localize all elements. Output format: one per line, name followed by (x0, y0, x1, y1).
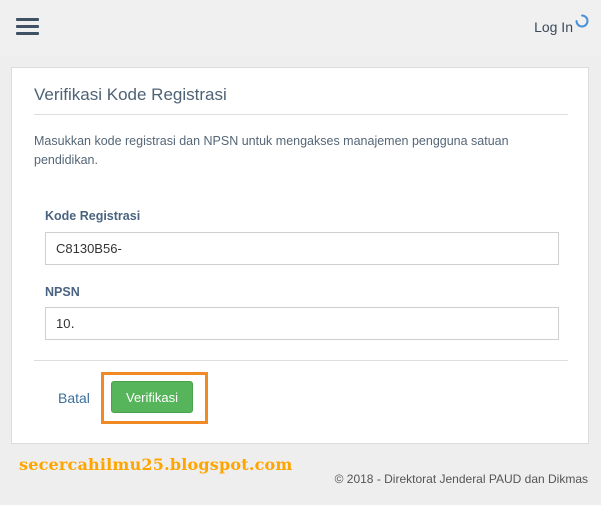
top-navbar: Log In (0, 0, 601, 56)
title-divider (34, 114, 568, 115)
footer-copyright: © 2018 - Direktorat Jenderal PAUD dan Di… (334, 472, 588, 486)
login-link[interactable]: Log In (534, 13, 589, 41)
hamburger-menu-icon[interactable] (16, 18, 39, 36)
panel-title: Verifikasi Kode Registrasi (34, 85, 227, 104)
watermark-text: secercahilmu25.blogspot.com (19, 455, 293, 474)
form-divider (34, 360, 568, 361)
kode-registrasi-input[interactable] (45, 232, 559, 265)
cancel-button[interactable]: Batal (58, 390, 90, 406)
instruction-text: Masukkan kode registrasi dan NPSN untuk … (34, 134, 509, 167)
npsn-input[interactable] (45, 307, 559, 340)
verification-panel: Verifikasi Kode Registrasi Masukkan kode… (11, 67, 589, 444)
loading-spinner-icon (575, 14, 589, 28)
login-label: Log In (534, 19, 573, 35)
kode-registrasi-label: Kode Registrasi (45, 209, 141, 223)
npsn-label: NPSN (45, 285, 80, 299)
verify-button[interactable]: Verifikasi (111, 381, 193, 413)
